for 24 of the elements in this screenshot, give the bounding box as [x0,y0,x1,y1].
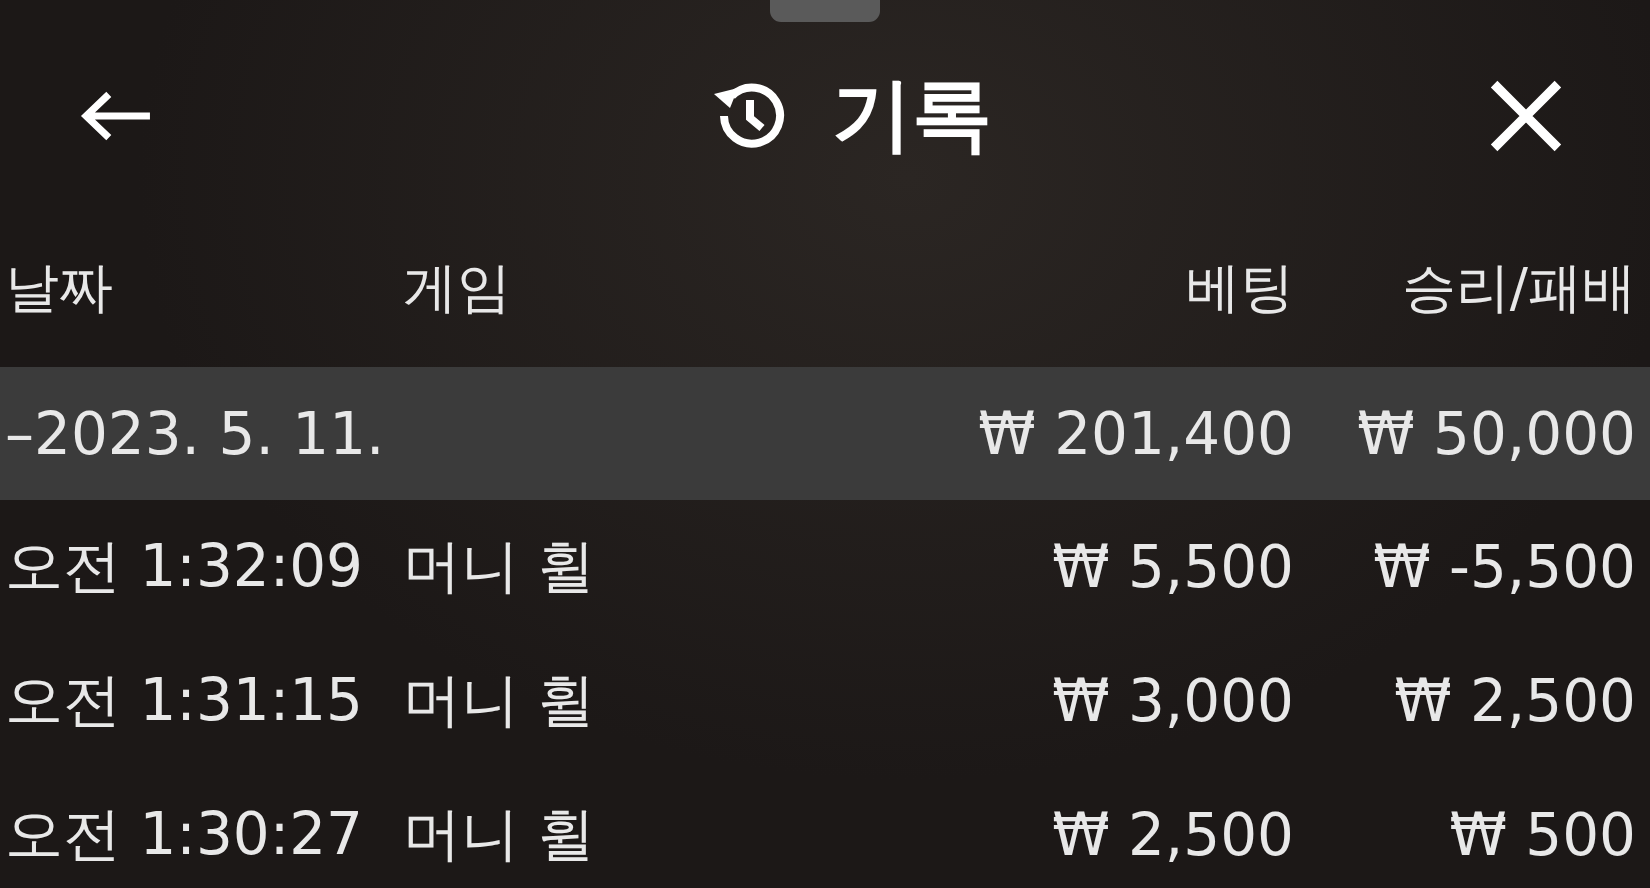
date-group-row[interactable]: –2023. 5. 11. ₩ 201,400 ₩ 50,000 [0,367,1650,500]
game-cell-text: 머니 휠 [403,665,597,736]
result-cell-text: ₩ 50,000 [1356,399,1636,468]
result-cell-text: ₩ 2,500 [1393,667,1636,735]
time-cell-text: 오전 1:32:09 [4,531,365,602]
time-cell-text: 오전 1:31:15 [4,665,365,736]
bet-cell-text: ₩ 3,000 [1051,667,1294,735]
date-cell-text: –2023. 5. 11. [4,399,386,468]
result-cell-text: ₩ 500 [1448,801,1636,869]
column-header: 승리/패배 [1400,255,1636,321]
bet-cell-text: ₩ 5,500 [1051,533,1294,601]
column-header: 베팅 [1185,255,1294,321]
result-cell-text: ₩ -5,500 [1372,533,1636,601]
column-header: 게임 [403,255,512,321]
close-icon[interactable] [1490,80,1562,152]
drag-handle[interactable] [770,0,880,22]
game-cell-text: 머니 휠 [403,531,597,602]
bet-cell-text: ₩ 201,400 [977,399,1294,468]
window-title: 기록 [832,67,992,163]
bet-cell-text: ₩ 2,500 [1051,801,1294,869]
time-cell-text: 오전 1:30:27 [4,799,365,870]
game-cell-text: 머니 휠 [403,799,597,870]
column-header: 날짜 [4,255,114,321]
back-arrow-icon[interactable] [80,90,152,142]
